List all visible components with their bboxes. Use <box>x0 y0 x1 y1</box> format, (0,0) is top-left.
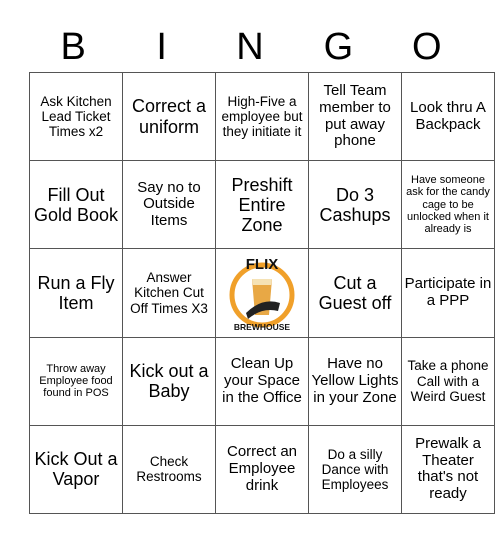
film-strip-icon <box>246 301 280 319</box>
bingo-cell[interactable]: Cut a Guest off <box>308 248 402 338</box>
board-row: Throw away Employee food found in POS Ki… <box>29 336 495 426</box>
bingo-cell[interactable]: Run a Fly Item <box>29 248 123 338</box>
bingo-cell[interactable]: Correct an Employee drink <box>215 424 309 515</box>
bingo-cell[interactable]: Say no to Outside Items <box>122 160 216 250</box>
bingo-cell[interactable]: Participate in a PPP <box>401 248 495 338</box>
bingo-cell[interactable]: Look thru A Backpack <box>401 71 495 162</box>
bingo-cell[interactable]: Have no Yellow Lights in your Zone <box>308 336 402 426</box>
board-row: Ask Kitchen Lead Ticket Times x2 Correct… <box>29 71 495 162</box>
bingo-cell[interactable]: Answer Kitchen Cut Off Times X3 <box>122 248 216 338</box>
bingo-cell[interactable]: Do 3 Cashups <box>308 160 402 250</box>
bingo-cell[interactable]: Throw away Employee food found in POS <box>29 336 123 426</box>
bingo-board: Ask Kitchen Lead Ticket Times x2 Correct… <box>29 71 495 515</box>
bingo-cell[interactable]: Fill Out Gold Book <box>29 160 123 250</box>
bingo-cell[interactable]: Prewalk a Theater that's not ready <box>401 424 495 515</box>
bingo-cell[interactable]: Kick out a Baby <box>122 336 216 426</box>
bingo-cell[interactable]: Do a silly Dance with Employees <box>308 424 402 515</box>
free-space-cell[interactable]: FLIX BREWHOUSE <box>215 248 309 338</box>
bingo-cell[interactable]: Tell Team member to put away phone <box>308 71 402 162</box>
board-row: Fill Out Gold Book Say no to Outside Ite… <box>29 160 495 250</box>
bingo-cell[interactable]: Clean Up your Space in the Office <box>215 336 309 426</box>
bingo-cell[interactable]: Ask Kitchen Lead Ticket Times x2 <box>29 71 123 162</box>
header-letter-n: N <box>236 26 264 68</box>
header-letter-b: B <box>60 26 86 68</box>
board-row: Kick Out a Vapor Check Restrooms Correct… <box>29 424 495 515</box>
bingo-cell[interactable]: Take a phone Call with a Weird Guest <box>401 336 495 426</box>
bingo-cell[interactable]: High-Five a employee but they initiate i… <box>215 71 309 162</box>
bingo-cell[interactable]: Preshift Entire Zone <box>215 160 309 250</box>
header-letter-o: O <box>412 26 442 68</box>
logo-bottom-text: BREWHOUSE <box>234 322 291 332</box>
board-row: Run a Fly Item Answer Kitchen Cut Off Ti… <box>29 248 495 338</box>
bingo-cell[interactable]: Check Restrooms <box>122 424 216 515</box>
bingo-header: B I N G O <box>29 22 471 72</box>
header-letter-i: I <box>156 26 167 68</box>
bingo-cell[interactable]: Have someone ask for the candy cage to b… <box>401 160 495 250</box>
header-letter-g: G <box>323 26 354 68</box>
beer-foam <box>252 278 272 285</box>
logo-top-text: FLIX <box>246 256 279 273</box>
bingo-cell[interactable]: Correct a uniform <box>122 71 216 162</box>
bingo-cell[interactable]: Kick Out a Vapor <box>29 424 123 515</box>
flix-brewhouse-logo: FLIX BREWHOUSE <box>229 256 295 332</box>
